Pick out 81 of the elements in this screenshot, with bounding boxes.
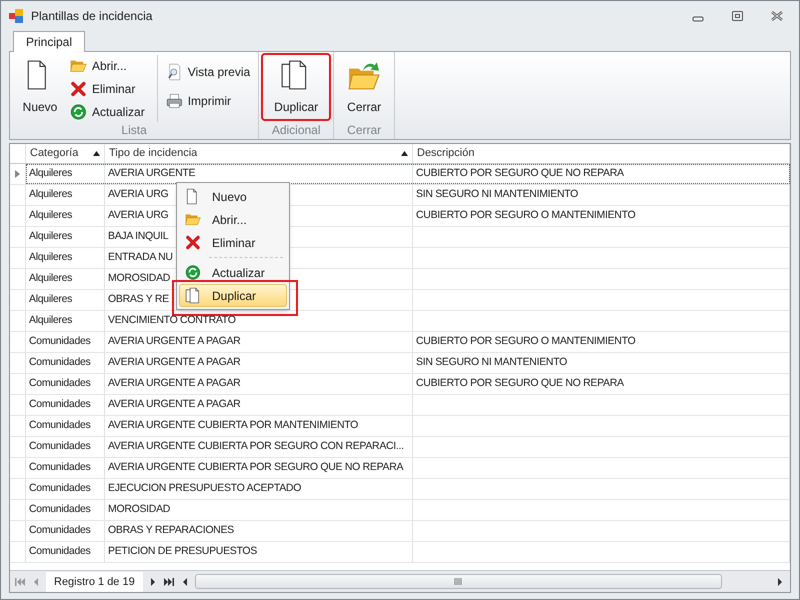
- table-cell-text: Comunidades: [29, 397, 90, 412]
- table-cell-text: AVERIA URG: [108, 187, 168, 202]
- sort-ascending-icon: [401, 151, 408, 156]
- table-cell-text: CUBIERTO POR SEGURO QUE NO REPARA: [416, 376, 624, 392]
- maximize-icon[interactable]: [732, 10, 743, 20]
- table-cell-text: Comunidades: [29, 439, 90, 454]
- group-label: Adicional: [270, 122, 322, 138]
- printer-icon: [166, 92, 184, 110]
- ribbon-button[interactable]: Cerrar: [338, 55, 390, 119]
- table-cell-text: Alquileres: [29, 166, 72, 182]
- table-cell-text: AVERIA URGENTE CUBIERTA POR SEGURO QUE NO REPARA: [108, 460, 404, 476]
- table-cell-text: BAJA INQUIL: [108, 229, 168, 244]
- last-record-icon[interactable]: [162, 576, 175, 586]
- table-cell-text: AVERIA URGENTE A PAGAR: [108, 334, 240, 350]
- group-label: Lista: [120, 122, 148, 138]
- ribbon-button[interactable]: Eliminar: [70, 78, 149, 99]
- ribbon-button[interactable]: Nuevo: [14, 55, 66, 119]
- circular-arrows-icon: [184, 264, 202, 281]
- circular-arrows-icon: [70, 102, 88, 120]
- ribbon-button[interactable]: Duplicar: [263, 55, 330, 119]
- table-cell-text: Alquileres: [29, 313, 72, 328]
- x-mark-icon: [184, 234, 202, 251]
- column-header[interactable]: Descripción: [413, 144, 790, 163]
- table-cell-text: Comunidades: [29, 523, 90, 538]
- ribbon-button[interactable]: Imprimir: [166, 90, 254, 111]
- menu-item[interactable]: Actualizar: [179, 261, 287, 284]
- table-cell-text: Comunidades: [29, 376, 90, 392]
- table-cell-text: CUBIERTO POR SEGURO QUE NO REPARA: [416, 166, 624, 182]
- table-cell-text: MOROSIDAD: [108, 271, 170, 286]
- table-cell-text: Alquileres: [29, 229, 72, 244]
- table-cell-text: Comunidades: [29, 460, 90, 476]
- column-header[interactable]: Tipo de incidencia: [105, 144, 413, 163]
- table-cell-text: AVERIA URGENTE CUBIERTA POR SEGURO CON REPARACI...: [108, 439, 404, 454]
- sort-ascending-icon: [93, 151, 100, 156]
- table-cell-text: Alquileres: [29, 271, 72, 286]
- app-icon: [9, 8, 23, 22]
- current-row-icon: [15, 170, 20, 178]
- table-cell-text: Comunidades: [29, 334, 90, 350]
- table-cell-text: Alquileres: [29, 187, 72, 202]
- table-cell-text: Comunidades: [29, 481, 90, 496]
- table-cell-text: ENTRADA NU: [108, 250, 173, 266]
- group-label: Cerrar: [346, 122, 382, 138]
- table-cell-text: SIN SEGURO NI MANTENIMIENTO: [416, 187, 578, 202]
- table-cell-text: Alquileres: [29, 208, 72, 224]
- record-counter: Registro 1 de 19: [46, 572, 143, 592]
- table-cell-text: CUBIERTO POR SEGURO O MANTENIMIENTO: [416, 208, 636, 224]
- menu-item[interactable]: Nuevo: [179, 185, 287, 208]
- table-cell-text: Comunidades: [29, 502, 90, 518]
- table-cell-text: AVERIA URG: [108, 208, 168, 224]
- table-cell-text: Alquileres: [29, 250, 72, 266]
- ribbon-button[interactable]: Abrir...: [70, 55, 149, 76]
- x-mark-icon: [70, 80, 88, 98]
- table-cell-text: EJECUCION PRESUPUESTO ACEPTADO: [108, 481, 302, 496]
- table-cell-text: PETICION DE PRESUPUESTOS: [108, 544, 257, 560]
- table-cell-text: MOROSIDAD: [108, 502, 170, 518]
- table-cell-text: AVERIA URGENTE A PAGAR: [108, 376, 240, 392]
- table-cell-text: OBRAS Y RE: [108, 292, 169, 308]
- column-header[interactable]: Categoría: [26, 144, 105, 163]
- table-cell-text: Comunidades: [29, 355, 90, 370]
- table-cell-text: Alquileres: [29, 292, 72, 308]
- table-cell-text: SIN SEGURO NI MANTENIENTO: [416, 355, 567, 370]
- table-cell-text: OBRAS Y REPARACIONES: [108, 523, 234, 538]
- minimize-icon[interactable]: [692, 14, 704, 22]
- ribbon-button[interactable]: Actualizar: [70, 101, 149, 122]
- scrollbar-thumb[interactable]: [194, 574, 722, 589]
- two-pages-icon: [184, 287, 202, 304]
- menu-item[interactable]: Eliminar: [179, 231, 287, 254]
- table-cell-text: Comunidades: [29, 544, 90, 560]
- table-cell-text: AVERIA URGENTE: [108, 166, 196, 182]
- table-cell-text: AVERIA URGENTE A PAGAR: [108, 355, 240, 370]
- menu-item[interactable]: Duplicar: [179, 284, 287, 307]
- close-icon[interactable]: [771, 10, 783, 20]
- window-title: Plantillas de incidencia: [31, 8, 152, 24]
- table-cell-text: VENCIMIENTO CONTRATO: [108, 313, 236, 328]
- table-cell-text: CUBIERTO POR SEGURO O MANTENIMIENTO: [416, 334, 636, 350]
- table-cell-text: AVERIA URGENTE CUBIERTA POR MANTENIMIENTO: [108, 418, 358, 434]
- ribbon-button[interactable]: Vista previa: [166, 61, 254, 82]
- table-cell-text: AVERIA URGENTE A PAGAR: [108, 397, 240, 412]
- menu-item[interactable]: Abrir...: [179, 208, 287, 231]
- table-cell-text: Comunidades: [29, 418, 90, 434]
- ribbon-tab[interactable]: Principal: [13, 31, 86, 52]
